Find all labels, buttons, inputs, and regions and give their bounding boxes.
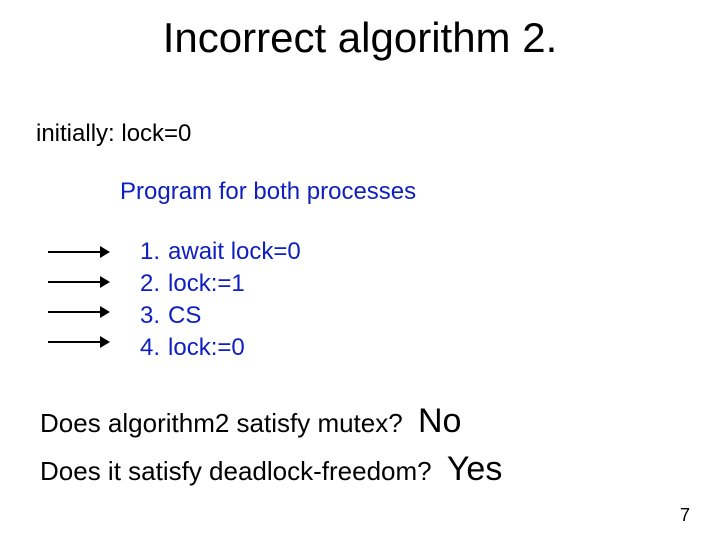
arrow-icon bbox=[48, 334, 110, 350]
program-label: Program for both processes bbox=[120, 178, 416, 206]
step-code: await lock=0 bbox=[168, 238, 309, 270]
step-code: lock:=1 bbox=[168, 270, 309, 302]
question-text: Does algorithm2 satisfy mutex? bbox=[40, 408, 403, 438]
page-number: 7 bbox=[680, 505, 690, 526]
step-row: 2. lock:=1 bbox=[140, 270, 309, 302]
arrow-icon bbox=[48, 304, 110, 320]
arrow-icon bbox=[48, 244, 110, 260]
question-deadlock: Does it satisfy deadlock-freedom? Yes bbox=[40, 450, 502, 489]
step-code: CS bbox=[168, 302, 309, 334]
step-row: 3. CS bbox=[140, 302, 309, 334]
step-number: 4. bbox=[140, 334, 168, 366]
step-arrows bbox=[48, 244, 110, 350]
arrow-icon bbox=[48, 274, 110, 290]
question-answer: No bbox=[410, 402, 461, 440]
step-code: lock:=0 bbox=[168, 334, 309, 366]
step-number: 3. bbox=[140, 302, 168, 334]
step-number: 2. bbox=[140, 270, 168, 302]
step-row: 4. lock:=0 bbox=[140, 334, 309, 366]
slide: Incorrect algorithm 2. initially: lock=0… bbox=[0, 0, 720, 540]
initial-condition: initially: lock=0 bbox=[36, 120, 191, 148]
question-mutex: Does algorithm2 satisfy mutex? No bbox=[40, 402, 461, 441]
slide-title: Incorrect algorithm 2. bbox=[0, 14, 720, 62]
step-row: 1. await lock=0 bbox=[140, 238, 309, 270]
question-text: Does it satisfy deadlock-freedom? bbox=[40, 456, 432, 486]
step-number: 1. bbox=[140, 238, 168, 270]
program-steps: 1. await lock=0 2. lock:=1 3. CS 4. lock… bbox=[140, 238, 309, 366]
question-answer: Yes bbox=[439, 450, 502, 488]
